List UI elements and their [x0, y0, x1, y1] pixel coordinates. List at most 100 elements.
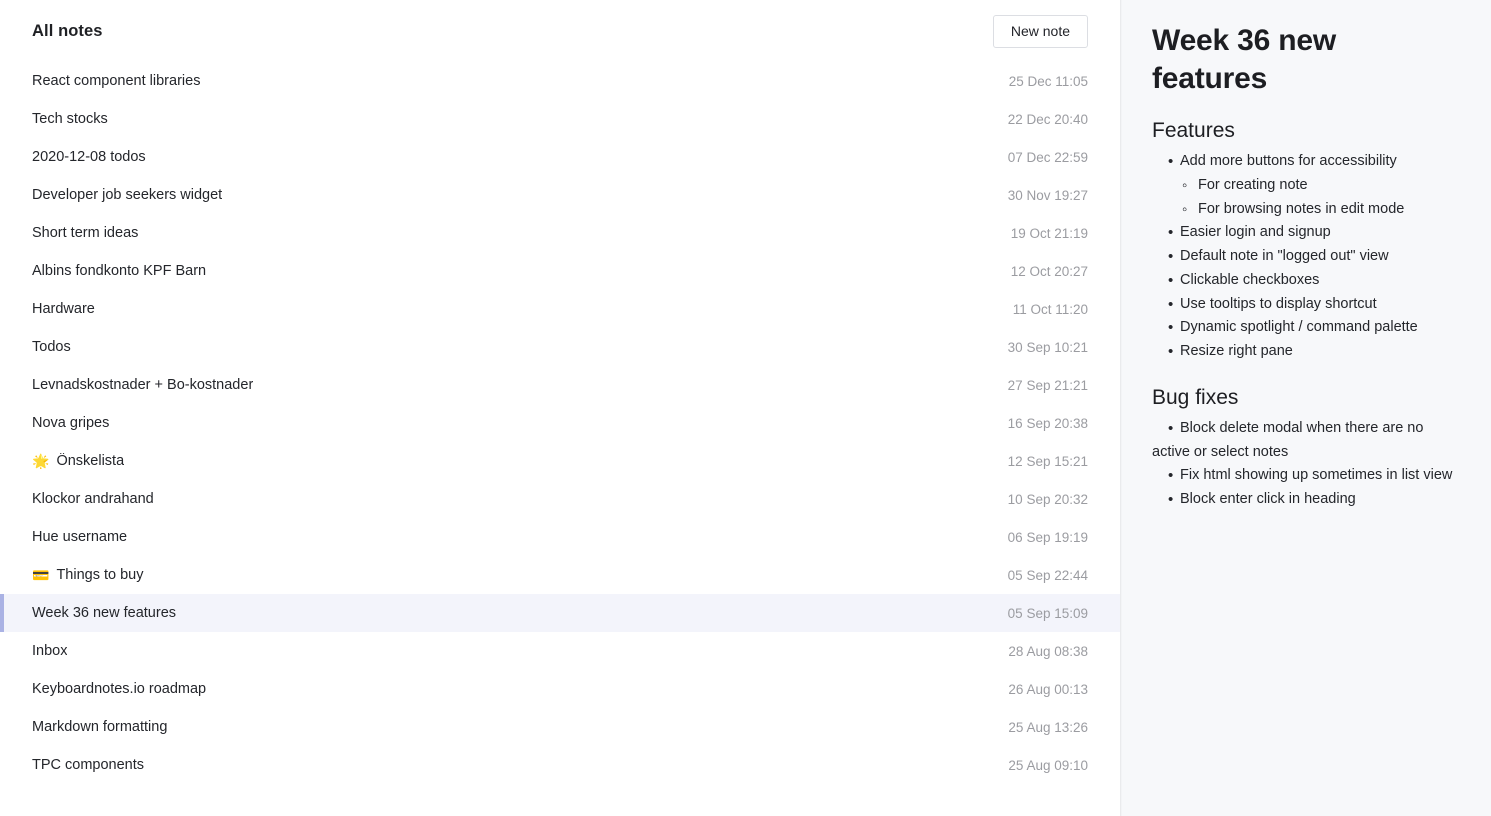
note-list-item[interactable]: Nova gripes 16 Sep 20:38	[0, 404, 1120, 442]
note-detail-body[interactable]: Features Add more buttons for accessibili…	[1152, 117, 1455, 512]
note-emoji-icon: 💳	[32, 567, 50, 583]
note-list-item[interactable]: Short term ideas 19 Oct 21:19	[0, 214, 1120, 252]
note-bullet-item: For creating note	[1152, 174, 1455, 198]
note-bullet-item: Fix html showing up sometimes in list vi…	[1152, 464, 1455, 488]
notes-list-pane: All notes New note React component libra…	[0, 0, 1120, 816]
note-item-label: Hardware	[32, 301, 95, 317]
note-item-label: Önskelista	[56, 453, 125, 469]
note-list-item[interactable]: Hue username 06 Sep 19:19	[0, 518, 1120, 556]
note-item-label: Levnadskostnader + Bo-kostnader	[32, 377, 254, 393]
note-item-date: 22 Dec 20:40	[1007, 111, 1088, 127]
note-list-item[interactable]: TPC components 25 Aug 09:10	[0, 746, 1120, 784]
note-list-item[interactable]: Markdown formatting 25 Aug 13:26	[0, 708, 1120, 746]
note-item-date: 05 Sep 15:09	[1007, 605, 1088, 621]
page-title: All notes	[32, 21, 103, 40]
new-note-button[interactable]: New note	[992, 14, 1088, 48]
note-bullet-item: Add more buttons for accessibility	[1152, 150, 1455, 174]
note-bullet-item: Default note in "logged out" view	[1152, 245, 1455, 269]
note-bullet-item: Resize right pane	[1152, 340, 1455, 364]
note-bullet-list: Add more buttons for accessibilityFor cr…	[1152, 150, 1455, 363]
note-bullet-item: For browsing notes in edit mode	[1152, 198, 1455, 222]
note-item-label: Tech stocks	[32, 111, 108, 127]
note-list-item[interactable]: Klockor andrahand 10 Sep 20:32	[0, 480, 1120, 518]
note-item-date: 26 Aug 00:13	[1008, 681, 1088, 697]
note-item-title: Developer job seekers widget	[32, 187, 222, 203]
note-list-item[interactable]: Keyboardnotes.io roadmap 26 Aug 00:13	[0, 670, 1120, 708]
note-detail-title[interactable]: Week 36 new features	[1152, 22, 1455, 97]
note-bullet-item: Block delete modal when there are no act…	[1152, 417, 1455, 464]
note-item-title: Hardware	[32, 301, 95, 317]
note-item-label: Todos	[32, 339, 71, 355]
note-item-label: 2020-12-08 todos	[32, 149, 146, 165]
note-list-item[interactable]: Week 36 new features 05 Sep 15:09	[0, 594, 1120, 632]
note-bullet-item: Block enter click in heading	[1152, 488, 1455, 512]
note-item-title: Hue username	[32, 529, 127, 545]
note-detail-pane: Week 36 new features Features Add more bu…	[1120, 0, 1491, 816]
note-item-label: Klockor andrahand	[32, 491, 154, 507]
note-item-date: 27 Sep 21:21	[1007, 377, 1088, 393]
note-item-date: 07 Dec 22:59	[1007, 149, 1088, 165]
note-list-item[interactable]: Inbox 28 Aug 08:38	[0, 632, 1120, 670]
note-item-label: Developer job seekers widget	[32, 187, 223, 203]
note-item-label: TPC components	[32, 757, 145, 773]
note-list-item[interactable]: 2020-12-08 todos 07 Dec 22:59	[0, 138, 1120, 176]
note-item-label: Keyboardnotes.io roadmap	[32, 681, 207, 697]
note-item-title: Tech stocks	[32, 111, 108, 127]
note-bullet-list: Block delete modal when there are no act…	[1152, 417, 1455, 512]
note-item-title: Levnadskostnader + Bo-kostnader	[32, 377, 253, 393]
note-bullet-item: Clickable checkboxes	[1152, 269, 1455, 293]
note-item-label: Hue username	[32, 529, 128, 545]
note-item-date: 06 Sep 19:19	[1007, 529, 1088, 545]
note-item-title: Albins fondkonto KPF Barn	[32, 263, 206, 279]
note-item-date: 25 Aug 13:26	[1008, 719, 1088, 735]
note-item-date: 10 Sep 20:32	[1007, 491, 1088, 507]
note-item-date: 12 Oct 20:27	[1010, 263, 1088, 279]
notes-list: React component libraries 25 Dec 11:05 Tec…	[0, 62, 1120, 784]
note-item-title: Markdown formatting	[32, 719, 167, 735]
note-item-date: 28 Aug 08:38	[1008, 643, 1088, 659]
note-bullet-item: Dynamic spotlight / command palette	[1152, 316, 1455, 340]
note-item-label: Inbox	[32, 643, 68, 659]
note-item-title: Todos	[32, 339, 71, 355]
note-item-label: Week 36 new features	[32, 605, 177, 621]
note-item-date: 30 Nov 19:27	[1007, 187, 1088, 203]
note-item-date: 16 Sep 20:38	[1007, 415, 1088, 431]
note-list-item[interactable]: Albins fondkonto KPF Barn 12 Oct 20:27	[0, 252, 1120, 290]
note-item-title: Short term ideas	[32, 225, 138, 241]
note-item-title: 2020-12-08 todos	[32, 149, 146, 165]
note-list-item[interactable]: 💳 Things to buy 05 Sep 22:44	[0, 556, 1120, 594]
note-section-heading: Features	[1152, 119, 1235, 142]
note-item-label: Albins fondkonto KPF Barn	[32, 263, 207, 279]
note-section-heading: Bug fixes	[1152, 385, 1239, 409]
note-list-item[interactable]: Hardware 11 Oct 11:20	[0, 290, 1120, 328]
note-bullet-item: Easier login and signup	[1152, 221, 1455, 245]
note-item-date: 25 Dec 11:05	[1008, 73, 1088, 89]
list-header: All notes New note	[0, 0, 1120, 62]
note-item-title: Keyboardnotes.io roadmap	[32, 681, 206, 697]
note-list-item[interactable]: Todos 30 Sep 10:21	[0, 328, 1120, 366]
note-item-label: Short term ideas	[32, 225, 139, 241]
note-list-item[interactable]: React component libraries 25 Dec 11:05	[0, 62, 1120, 100]
note-item-title: React component libraries	[32, 73, 200, 89]
note-item-date: 25 Aug 09:10	[1008, 757, 1088, 773]
note-list-item[interactable]: Tech stocks 22 Dec 20:40	[0, 100, 1120, 138]
note-item-title: 💳 Things to buy	[32, 567, 144, 583]
note-item-date: 30 Sep 10:21	[1007, 339, 1088, 355]
note-list-item[interactable]: Levnadskostnader + Bo-kostnader 27 Sep 21…	[0, 366, 1120, 404]
note-item-date: 19 Oct 21:19	[1010, 225, 1088, 241]
note-item-label: React component libraries	[32, 73, 201, 89]
note-item-title: Week 36 new features	[32, 605, 176, 621]
notes-app: All notes New note React component libra…	[0, 0, 1491, 816]
note-item-title: Klockor andrahand	[32, 491, 154, 507]
note-list-item[interactable]: 🌟 Önskelista 12 Sep 15:21	[0, 442, 1120, 480]
note-item-title: 🌟 Önskelista	[32, 453, 124, 469]
note-item-date: 11 Oct 11:20	[1012, 301, 1088, 317]
note-emoji-icon: 🌟	[32, 453, 50, 469]
note-item-title: Inbox	[32, 643, 67, 659]
note-item-date: 05 Sep 22:44	[1007, 567, 1088, 583]
note-item-title: Nova gripes	[32, 415, 109, 431]
note-item-title: TPC components	[32, 757, 144, 773]
note-item-label: Nova gripes	[32, 415, 110, 431]
pane-resize-handle[interactable]	[1120, 0, 1122, 816]
note-list-item[interactable]: Developer job seekers widget 30 Nov 19:27	[0, 176, 1120, 214]
